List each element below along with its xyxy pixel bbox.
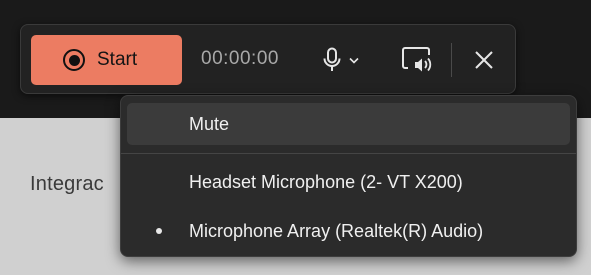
background-page-text: Integrac (30, 173, 104, 195)
close-icon[interactable] (471, 47, 497, 73)
record-icon (63, 49, 85, 71)
menu-item-microphone-array[interactable]: Microphone Array (Realtek(R) Audio) (127, 210, 570, 252)
menu-item-label: Mute (189, 113, 230, 134)
recording-toolbar: Start 00:00:00 (20, 24, 516, 94)
menu-item-mute[interactable]: Mute (127, 103, 570, 145)
microphone-dropdown-button[interactable] (321, 39, 373, 81)
selected-bullet-icon (156, 228, 162, 234)
start-recording-button[interactable]: Start (31, 35, 182, 85)
menu-item-label: Headset Microphone (2- VT X200) (189, 171, 463, 192)
microphone-icon (323, 47, 341, 71)
chevron-down-icon (349, 57, 359, 64)
microphone-menu: Mute Headset Microphone (2- VT X200) Mic… (120, 95, 577, 257)
menu-item-label: Microphone Array (Realtek(R) Audio) (189, 220, 484, 241)
toolbar-divider (451, 43, 452, 77)
start-button-label: Start (97, 49, 138, 70)
menu-separator (121, 153, 576, 154)
menu-item-headset-microphone[interactable]: Headset Microphone (2- VT X200) (127, 161, 570, 203)
screen-audio-icon[interactable] (401, 45, 433, 75)
recording-timer: 00:00:00 (201, 48, 279, 69)
